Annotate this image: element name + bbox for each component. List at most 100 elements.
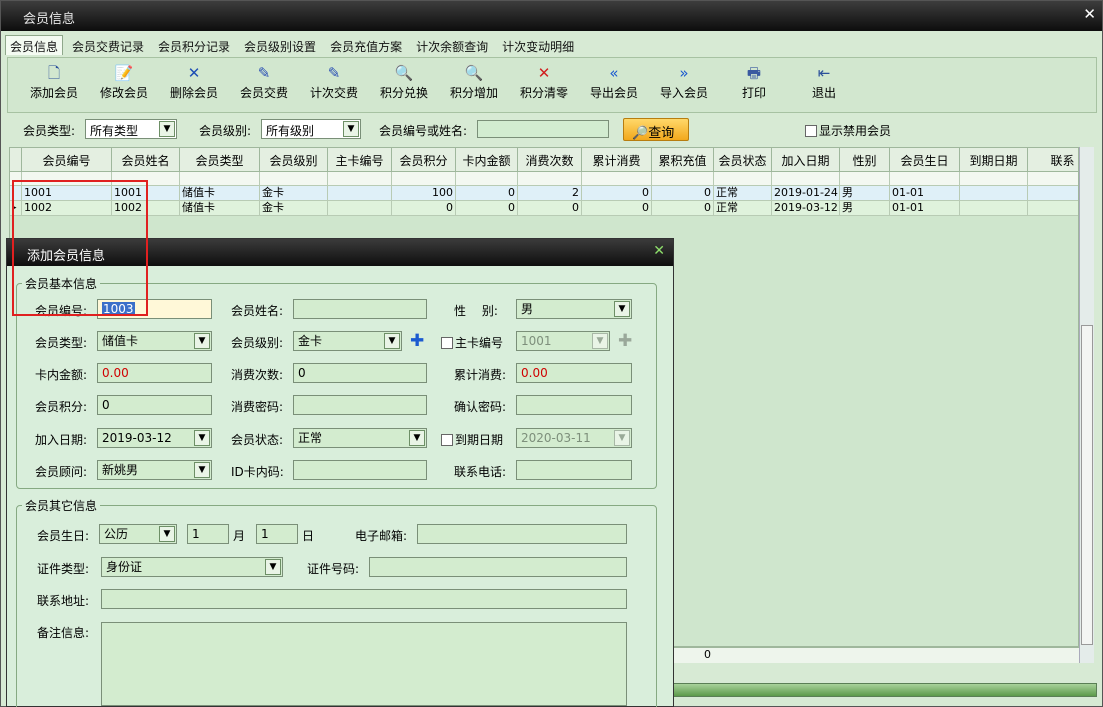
email-input[interactable] [417, 524, 627, 544]
gender-select[interactable]: 男 ▼ [516, 299, 632, 319]
grid-column-header[interactable]: 性别 [840, 148, 890, 171]
row-indicator[interactable]: ▸ [10, 201, 22, 216]
join-date-picker[interactable]: 2019-03-12 ▼ [97, 428, 212, 448]
toolbar-button-3[interactable]: ✎ 会员交费 [232, 64, 296, 101]
query-button[interactable]: 🔎查询 [623, 118, 689, 141]
grid-column-header[interactable]: 消费次数 [518, 148, 582, 171]
search-input[interactable] [477, 120, 609, 138]
expire-date-checkbox[interactable]: 到期日期 [441, 431, 503, 448]
grid-filter-cell[interactable] [112, 172, 180, 186]
birth-day-input[interactable]: 1 [256, 524, 298, 544]
grid-column-header[interactable]: 会员状态 [714, 148, 772, 171]
tab-count-balance[interactable]: 计次余额查询 [411, 35, 493, 55]
chevron-down-icon[interactable]: ▼ [265, 559, 281, 575]
main-card-checkbox[interactable]: 主卡编号 [441, 334, 503, 351]
grid-column-header[interactable]: 累积充值 [652, 148, 714, 171]
grid-column-header[interactable]: 到期日期 [960, 148, 1028, 171]
show-disabled-checkbox[interactable]: 显示禁用会员 [805, 122, 891, 139]
toolbar-button-5[interactable]: 🔍 积分兑换 [372, 64, 436, 101]
toolbar-button-2[interactable]: ✕ 删除会员 [162, 64, 226, 101]
grid-filter-cell[interactable] [518, 172, 582, 186]
main-card-select[interactable]: 1001 ▼ [516, 331, 610, 351]
scrollbar-thumb[interactable] [1081, 325, 1093, 645]
chevron-down-icon[interactable]: ▼ [409, 430, 425, 446]
grid-filter-cell[interactable] [260, 172, 328, 186]
member-type-select[interactable]: 储值卡 ▼ [97, 331, 212, 351]
main-card-plus-icon[interactable]: ✚ [618, 333, 632, 350]
grid-filter-cell[interactable] [22, 172, 112, 186]
calendar-type-select[interactable]: 公历 ▼ [99, 524, 177, 544]
tab-count-changes[interactable]: 计次变动明细 [497, 35, 579, 55]
grid-column-header[interactable]: 卡内金额 [456, 148, 518, 171]
grid-filter-cell[interactable] [582, 172, 652, 186]
grid-column-header[interactable]: 会员生日 [890, 148, 960, 171]
grid-column-header[interactable]: 会员积分 [392, 148, 456, 171]
chevron-down-icon[interactable]: ▼ [384, 333, 400, 349]
confirm-password-input[interactable] [516, 395, 632, 415]
toolbar-button-7[interactable]: ✕ 积分清零 [512, 64, 576, 101]
member-no-input[interactable]: 1003 [97, 299, 212, 319]
grid-column-header[interactable]: 联系 [1028, 148, 1078, 171]
toolbar-button-0[interactable]: 🗋 添加会员 [22, 64, 86, 101]
toolbar-button-1[interactable]: 📝 修改会员 [92, 64, 156, 101]
id-card-input[interactable] [293, 460, 427, 480]
toolbar-button-10[interactable]: 🖶 打印 [722, 64, 786, 101]
address-input[interactable] [101, 589, 627, 609]
chevron-down-icon[interactable]: ▼ [592, 333, 608, 349]
grid-column-header[interactable]: 会员级别 [260, 148, 328, 171]
note-textarea[interactable] [101, 622, 627, 706]
chevron-down-icon[interactable]: ▼ [614, 301, 630, 317]
grid-filter-cell[interactable] [328, 172, 392, 186]
member-name-input[interactable] [293, 299, 427, 319]
advisor-select[interactable]: 新姚男 ▼ [97, 460, 212, 480]
grid-filter-cell[interactable] [1028, 172, 1078, 186]
grid-vertical-scrollbar[interactable] [1079, 147, 1094, 663]
grid-filter-cell[interactable] [10, 172, 22, 186]
consume-count-input[interactable]: 0 [293, 363, 427, 383]
level-filter-select[interactable]: 所有级别 ▼ [261, 119, 361, 139]
points-input[interactable]: 0 [97, 395, 212, 415]
toolbar-button-9[interactable]: » 导入会员 [652, 64, 716, 101]
table-row[interactable]: 1001 1001 储值卡 金卡 100 0 2 0 0 正常 2019-01-24 男 01-01 [10, 186, 1078, 201]
total-consume-input[interactable]: 0.00 [516, 363, 632, 383]
grid-filter-row[interactable] [10, 172, 1078, 186]
grid-column-header[interactable]: 累计消费 [582, 148, 652, 171]
balance-input[interactable]: 0.00 [97, 363, 212, 383]
grid-column-header[interactable]: 主卡编号 [328, 148, 392, 171]
add-level-plus-icon[interactable]: ✚ [410, 333, 424, 350]
phone-input[interactable] [516, 460, 632, 480]
window-close-icon[interactable]: ✕ [1083, 5, 1096, 23]
chevron-down-icon[interactable]: ▼ [194, 430, 210, 446]
tab-level-settings[interactable]: 会员级别设置 [239, 35, 321, 55]
grid-filter-cell[interactable] [772, 172, 840, 186]
grid-column-header[interactable]: 会员姓名 [112, 148, 180, 171]
grid-column-header[interactable]: 会员类型 [180, 148, 260, 171]
tab-payment-records[interactable]: 会员交费记录 [67, 35, 149, 55]
birth-month-input[interactable]: 1 [187, 524, 229, 544]
cert-no-input[interactable] [369, 557, 627, 577]
dialog-close-icon[interactable]: ✕ [653, 243, 665, 259]
status-select[interactable]: 正常 ▼ [293, 428, 427, 448]
tab-member-info[interactable]: 会员信息 [5, 35, 64, 55]
checkbox-box[interactable] [805, 125, 817, 137]
toolbar-button-6[interactable]: 🔍 积分增加 [442, 64, 506, 101]
table-row[interactable]: ▸ 1002 1002 储值卡 金卡 0 0 0 0 0 正常 2019-03-12 男 01-01 [10, 201, 1078, 216]
toolbar-button-4[interactable]: ✎ 计次交费 [302, 64, 366, 101]
checkbox-box[interactable] [441, 337, 453, 349]
chevron-down-icon[interactable]: ▼ [194, 462, 210, 478]
tab-points-records[interactable]: 会员积分记录 [153, 35, 235, 55]
grid-filter-cell[interactable] [392, 172, 456, 186]
cert-type-select[interactable]: 身份证 ▼ [101, 557, 283, 577]
grid-column-header[interactable]: 会员编号 [22, 148, 112, 171]
grid-filter-cell[interactable] [960, 172, 1028, 186]
type-filter-select[interactable]: 所有类型 ▼ [85, 119, 177, 139]
chevron-down-icon[interactable]: ▼ [343, 121, 359, 137]
chevron-down-icon[interactable]: ▼ [194, 333, 210, 349]
password-input[interactable] [293, 395, 427, 415]
chevron-down-icon[interactable]: ▼ [159, 526, 175, 542]
grid-filter-cell[interactable] [714, 172, 772, 186]
chevron-down-icon[interactable]: ▼ [159, 121, 175, 137]
tab-recharge-plans[interactable]: 会员充值方案 [325, 35, 407, 55]
chevron-down-icon[interactable]: ▼ [614, 430, 630, 446]
row-indicator[interactable] [10, 186, 22, 201]
